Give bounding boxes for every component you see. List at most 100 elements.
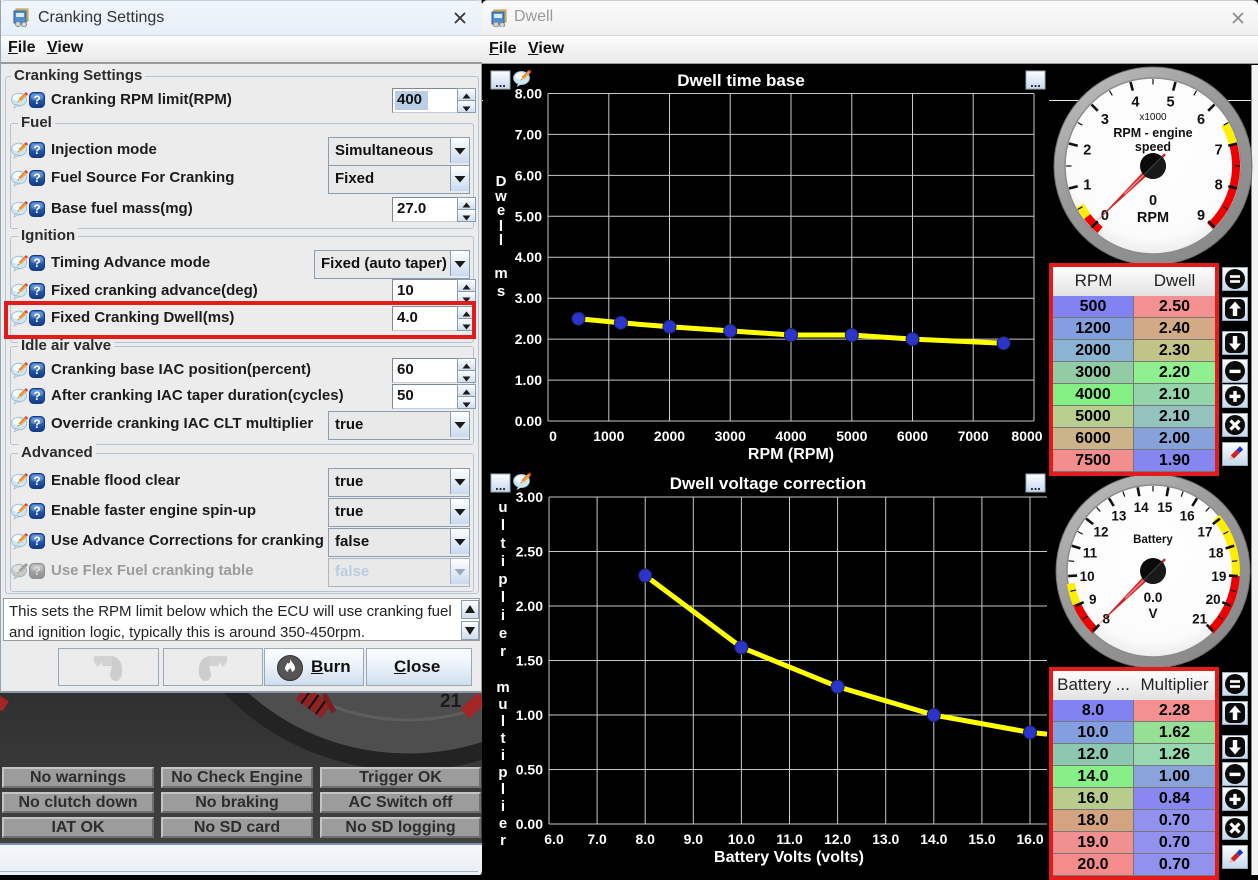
svg-text:...: ...	[1030, 75, 1041, 90]
svg-text:0: 0	[1149, 193, 1157, 209]
svg-text:1.00: 1.00	[516, 707, 543, 723]
svg-text:3.00: 3.00	[515, 290, 542, 306]
svg-text:i: i	[501, 553, 505, 570]
svg-text:l: l	[501, 713, 505, 730]
svg-text:?: ?	[33, 202, 40, 216]
svg-text:7000: 7000	[958, 428, 989, 444]
svg-text:Dwell time base: Dwell time base	[677, 71, 805, 90]
svg-text:t: t	[501, 730, 506, 747]
svg-text:15.0: 15.0	[968, 831, 995, 847]
svg-text:l: l	[501, 781, 505, 798]
svg-text:i: i	[501, 798, 505, 815]
svg-text:5.00: 5.00	[515, 208, 542, 224]
svg-text:1: 1	[1083, 178, 1091, 194]
svg-text:e: e	[499, 625, 507, 642]
svg-text:4.00: 4.00	[515, 249, 542, 265]
svg-text:Battery Volts (volts): Battery Volts (volts)	[714, 849, 864, 866]
svg-text:7.00: 7.00	[515, 126, 542, 142]
svg-text:i: i	[501, 747, 505, 764]
svg-text:4000: 4000	[775, 428, 806, 444]
svg-text:2.00: 2.00	[516, 598, 543, 614]
svg-text:12: 12	[1093, 524, 1108, 539]
svg-text:m: m	[494, 265, 507, 282]
svg-text:6000: 6000	[897, 428, 928, 444]
svg-text:3: 3	[1101, 112, 1109, 128]
svg-text:...: ...	[1030, 478, 1041, 493]
svg-text:?: ?	[33, 171, 40, 185]
svg-text:?: ?	[33, 284, 40, 298]
svg-text:RPM (RPM): RPM (RPM)	[748, 446, 834, 463]
svg-text:0.50: 0.50	[516, 762, 543, 778]
svg-text:?: ?	[33, 534, 40, 548]
svg-text:Battery: Battery	[1133, 534, 1173, 546]
svg-text:0.0: 0.0	[1144, 590, 1163, 605]
svg-text:r: r	[500, 832, 506, 849]
svg-text:9.0: 9.0	[684, 831, 704, 847]
svg-text:3000: 3000	[715, 428, 746, 444]
svg-text:...: ...	[495, 478, 506, 493]
svg-text:5000: 5000	[836, 428, 867, 444]
svg-text:?: ?	[33, 93, 40, 107]
svg-text:14.0: 14.0	[920, 831, 947, 847]
svg-text:r: r	[500, 643, 506, 660]
svg-text:1.00: 1.00	[515, 372, 542, 388]
svg-text:l: l	[499, 232, 503, 249]
svg-text:9: 9	[1089, 592, 1097, 607]
svg-text:11: 11	[1083, 545, 1098, 560]
svg-text:Dwell voltage correction: Dwell voltage correction	[670, 474, 867, 493]
svg-text:2.50: 2.50	[516, 544, 543, 560]
svg-text:8000: 8000	[1011, 428, 1042, 444]
svg-text:19: 19	[1211, 569, 1226, 584]
svg-text:?: ?	[33, 363, 40, 377]
svg-text:4: 4	[1131, 94, 1139, 110]
svg-text:?: ?	[33, 256, 40, 270]
svg-text:16.0: 16.0	[1016, 831, 1043, 847]
svg-text:l: l	[501, 517, 505, 534]
svg-text:12.0: 12.0	[824, 831, 851, 847]
svg-text:1000: 1000	[593, 428, 624, 444]
svg-text:RPM - engine: RPM - engine	[1113, 126, 1192, 140]
svg-text:x1000: x1000	[1139, 112, 1167, 123]
svg-text:m: m	[496, 679, 509, 696]
svg-text:p: p	[498, 571, 507, 588]
svg-text:6: 6	[1197, 112, 1205, 128]
svg-text:3.00: 3.00	[516, 489, 543, 505]
svg-text:RPM: RPM	[1137, 210, 1169, 226]
svg-text:6.00: 6.00	[515, 167, 542, 183]
svg-text:7.0: 7.0	[587, 831, 607, 847]
svg-text:0.00: 0.00	[515, 413, 542, 429]
svg-text:u: u	[498, 696, 507, 713]
svg-text:t: t	[501, 535, 506, 552]
svg-text:7: 7	[1215, 142, 1223, 158]
svg-text:2000: 2000	[654, 428, 685, 444]
svg-text:?: ?	[33, 474, 40, 488]
svg-text:?: ?	[33, 143, 40, 157]
svg-text:8.0: 8.0	[635, 831, 655, 847]
svg-text:p: p	[498, 764, 507, 781]
svg-text:9: 9	[1197, 208, 1205, 224]
svg-text:2: 2	[1083, 142, 1091, 158]
svg-text:14: 14	[1134, 500, 1150, 515]
svg-text:u: u	[498, 499, 507, 516]
svg-text:13.0: 13.0	[872, 831, 899, 847]
svg-text:1.50: 1.50	[516, 653, 543, 669]
svg-text:10: 10	[1080, 569, 1095, 584]
svg-text:V: V	[1148, 606, 1157, 621]
svg-text:20: 20	[1206, 592, 1221, 607]
svg-text:5: 5	[1167, 94, 1175, 110]
svg-text:?: ?	[33, 389, 40, 403]
svg-text:?: ?	[33, 504, 40, 518]
svg-text:10.0: 10.0	[728, 831, 755, 847]
svg-text:11.0: 11.0	[776, 831, 803, 847]
svg-text:8.00: 8.00	[515, 86, 542, 102]
svg-text:speed: speed	[1135, 140, 1171, 154]
svg-text:13: 13	[1111, 509, 1127, 524]
svg-text:?: ?	[33, 564, 40, 578]
svg-text:s: s	[497, 283, 505, 300]
svg-text:l: l	[501, 589, 505, 606]
svg-text:15: 15	[1157, 500, 1173, 515]
svg-text:...: ...	[495, 75, 506, 90]
svg-text:17: 17	[1197, 524, 1212, 539]
svg-text:21: 21	[440, 691, 462, 712]
svg-text:0.00: 0.00	[516, 816, 543, 832]
